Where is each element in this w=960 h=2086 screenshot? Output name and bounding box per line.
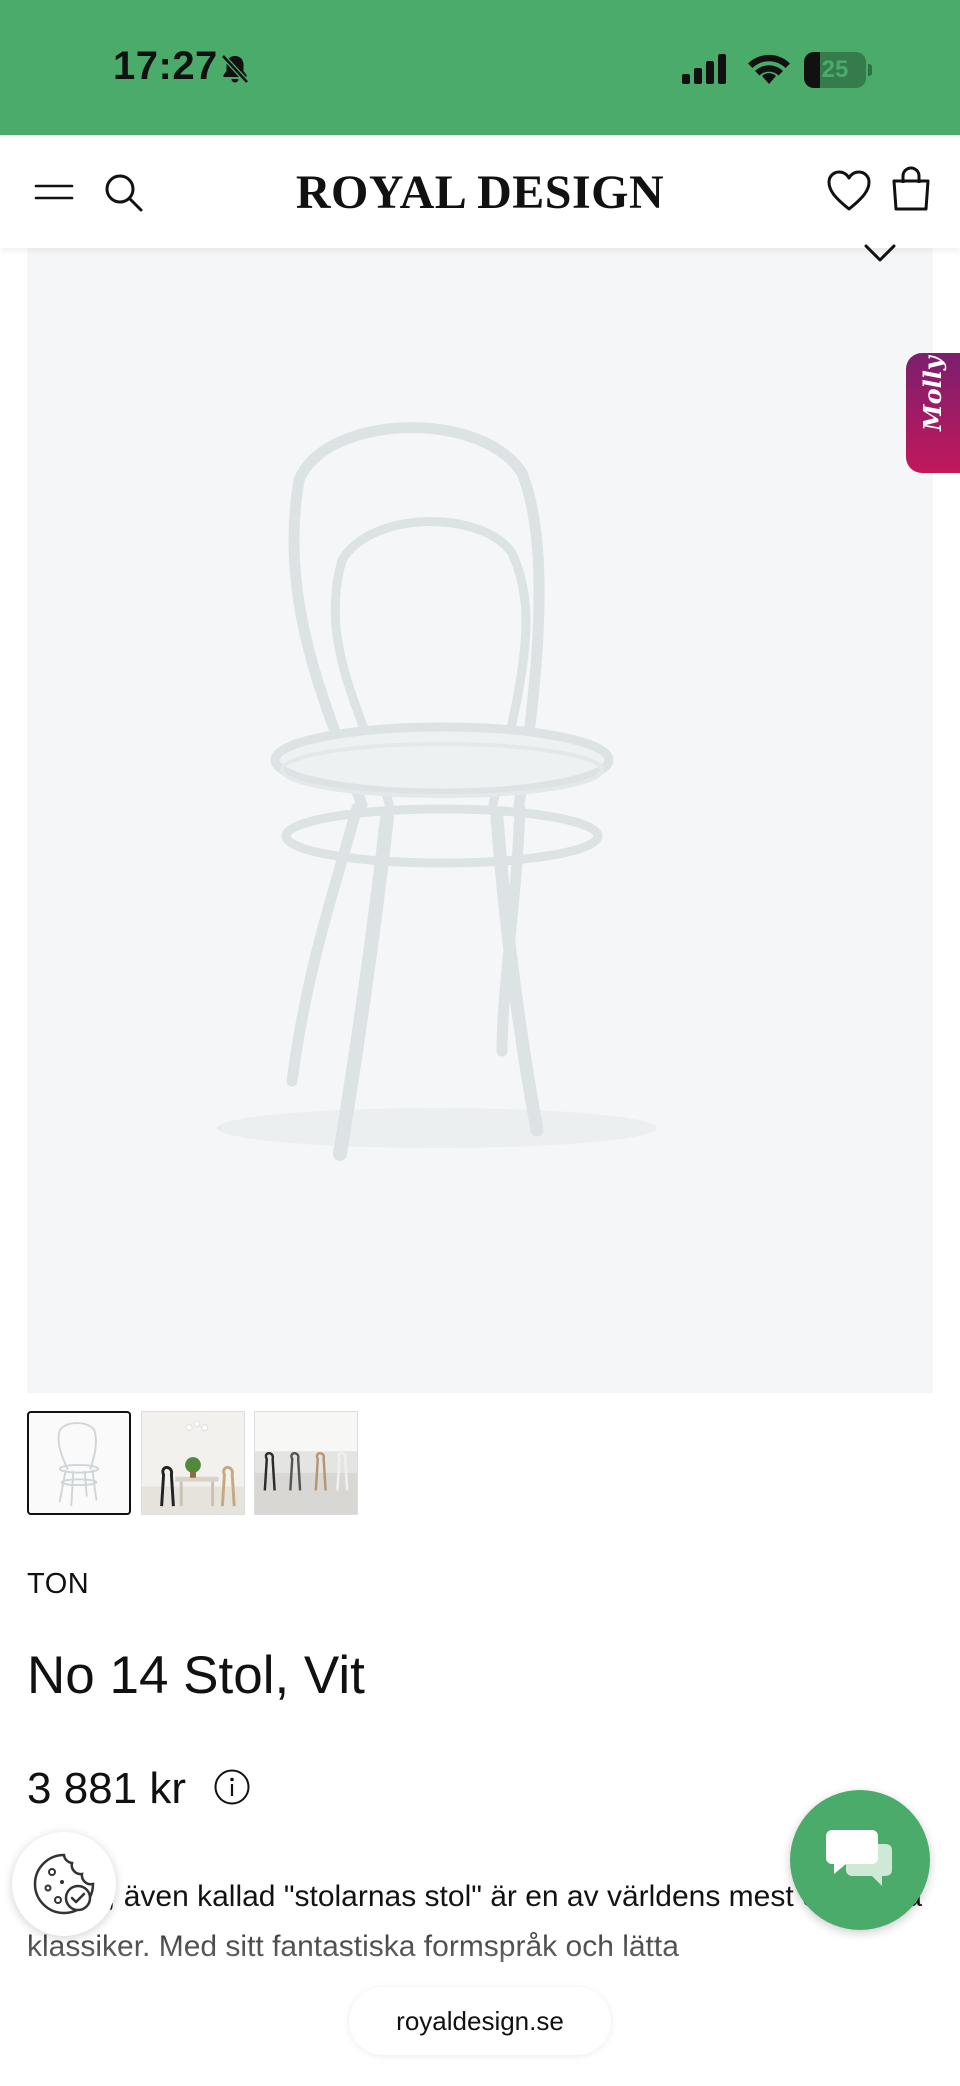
- status-bar: 17:27 25: [0, 0, 960, 135]
- bag-icon[interactable]: [890, 165, 932, 213]
- signal-icon: [682, 54, 726, 84]
- thumbnail-room-image: [255, 1412, 357, 1514]
- status-time: 17:27: [113, 44, 218, 88]
- site-logo[interactable]: ROYAL DESIGN: [0, 165, 960, 220]
- product-brand[interactable]: TON: [27, 1568, 89, 1601]
- chevron-down-icon[interactable]: [862, 242, 898, 264]
- battery-level: 25: [821, 56, 849, 83]
- cookie-icon: [33, 1853, 95, 1915]
- info-icon[interactable]: [213, 1768, 251, 1806]
- cookie-settings-button[interactable]: [12, 1832, 116, 1936]
- wifi-icon: [748, 54, 790, 84]
- chair-image: [217, 422, 657, 1161]
- thumbnail-dining-image: [142, 1412, 244, 1514]
- battery-icon: 25: [804, 52, 872, 88]
- product-image[interactable]: [27, 248, 933, 1393]
- thumbnail-chair-image: [57, 1422, 100, 1507]
- product-price: 3 881 kr: [27, 1764, 186, 1813]
- thumbnail-dining-room[interactable]: [141, 1411, 245, 1515]
- bell-slash-icon: [221, 54, 249, 84]
- heart-icon[interactable]: [826, 169, 872, 213]
- chat-button[interactable]: [790, 1790, 930, 1930]
- molly-assistant-tab[interactable]: Molly: [906, 353, 960, 473]
- site-header: ROYAL DESIGN: [0, 135, 960, 248]
- product-title: No 14 Stol, Vit: [27, 1646, 365, 1705]
- thumbnail-chair-white[interactable]: [27, 1411, 131, 1515]
- browser-url-bar[interactable]: royaldesign.se: [349, 1987, 611, 2055]
- chat-icon: [826, 1830, 892, 1886]
- thumbnail-chairs-room[interactable]: [254, 1411, 358, 1515]
- molly-label: Molly: [918, 356, 947, 431]
